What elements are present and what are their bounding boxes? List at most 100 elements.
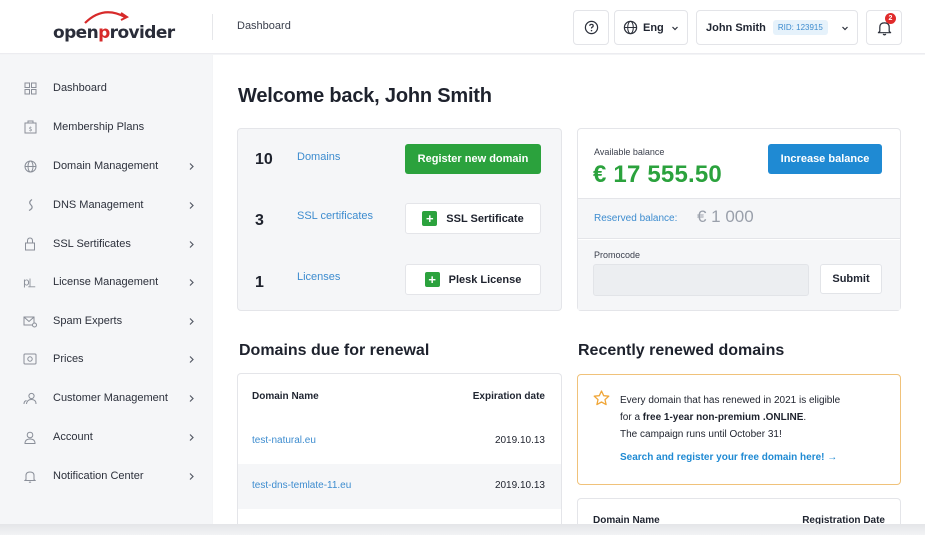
recent-section-title: Recently renewed domains <box>578 342 785 359</box>
sidebar-item-dashboard[interactable]: Dashboard <box>0 70 212 106</box>
stat-count: 10 <box>255 151 273 168</box>
sidebar-item-domain-management[interactable]: Domain Management <box>0 148 212 184</box>
page-title: Welcome back, John Smith <box>238 85 492 107</box>
plus-icon: + <box>422 211 438 226</box>
chevron-down-icon <box>672 26 678 30</box>
stat-row-domains: 10 Domains Register new domain <box>238 129 563 189</box>
increase-balance-button[interactable]: Increase balance <box>768 144 882 174</box>
plesk-license-button[interactable]: + Plesk License <box>405 264 541 295</box>
expiration-date: 2019.10.13 <box>494 435 545 446</box>
sidebar-item-label: Account <box>53 431 93 443</box>
available-balance-section: Available balance € 17 555.50 Increase b… <box>578 129 900 199</box>
lock-icon <box>23 237 37 251</box>
chevron-right-icon <box>189 394 194 402</box>
sidebar-item-customer-management[interactable]: Customer Management <box>0 380 212 416</box>
sidebar-item-license-management[interactable]: p License Management <box>0 264 212 300</box>
sidebar-item-label: SSL Sertificates <box>53 238 131 250</box>
sidebar-item-label: Dashboard <box>53 82 107 94</box>
language-selector[interactable]: Eng <box>614 10 688 45</box>
sidebar-item-prices[interactable]: Prices <box>0 341 212 377</box>
ssl-sertificate-button[interactable]: + SSL Sertificate <box>405 203 541 234</box>
main-content: Welcome back, John Smith 10 Domains Regi… <box>213 55 925 535</box>
button-label: SSL Sertificate <box>446 212 524 225</box>
stat-count: 3 <box>255 212 264 229</box>
bottom-edge <box>0 524 925 535</box>
promocode-section: Promocode Submit <box>578 240 900 310</box>
domain-link[interactable]: test-natural.eu <box>252 435 316 446</box>
chevron-right-icon <box>189 201 194 209</box>
table-row: test-natural.eu 2019.10.13 <box>238 419 561 464</box>
sidebar-item-label: Domain Management <box>53 160 159 172</box>
chevron-right-icon <box>189 240 194 248</box>
promocode-input[interactable] <box>593 264 809 296</box>
openprovider-logo[interactable]: openprovider <box>53 11 175 43</box>
reserved-balance-amount: € 1 000 <box>697 207 754 226</box>
sidebar-item-dns-management[interactable]: DNS Management <box>0 187 212 223</box>
grid-icon <box>23 81 37 95</box>
mail-shield-icon <box>23 314 37 328</box>
domain-link[interactable]: test-dns-temlate-11.eu <box>252 480 351 491</box>
available-balance-label: Available balance <box>594 147 665 157</box>
expiration-date: 2019.10.13 <box>494 480 545 491</box>
user-icon <box>23 430 37 444</box>
campaign-line-1: Every domain that has renewed in 2021 is… <box>620 395 841 406</box>
question-circle-icon <box>584 20 598 35</box>
membership-icon: $ <box>23 120 37 134</box>
column-header-domain-name[interactable]: Domain Name <box>252 391 319 402</box>
register-new-domain-button[interactable]: Register new domain <box>405 144 541 174</box>
user-menu[interactable]: John Smith RID: 123915 <box>696 10 858 45</box>
sidebar-item-membership-plans[interactable]: $ Membership Plans <box>0 109 212 145</box>
sidebar-item-spam-experts[interactable]: Spam Experts <box>0 303 212 339</box>
sidebar-item-notification-center[interactable]: Notification Center <box>0 458 212 494</box>
chevron-right-icon <box>189 278 194 286</box>
language-label: Eng <box>643 21 664 34</box>
register-free-domain-link[interactable]: Search and register your free domain her… <box>620 452 837 463</box>
button-label: Plesk License <box>448 273 522 286</box>
sidebar-item-label: Notification Center <box>53 470 144 482</box>
chevron-right-icon <box>189 317 194 325</box>
stat-row-ssl: 3 SSL certificates + SSL Sertificate <box>238 190 563 250</box>
header-divider <box>212 14 213 40</box>
sidebar-item-label: DNS Management <box>53 199 144 211</box>
chevron-right-icon <box>189 472 194 480</box>
reserved-balance-label: Reserved balance: <box>594 213 678 224</box>
customers-icon <box>23 391 37 405</box>
rid-badge: RID: 123915 <box>772 20 828 35</box>
stat-row-licenses: 1 Licenses + Plesk License <box>238 251 563 311</box>
breadcrumb: Dashboard <box>237 20 291 32</box>
chevron-down-icon <box>842 26 848 30</box>
user-name: John Smith <box>706 21 766 34</box>
balance-card: Available balance € 17 555.50 Increase b… <box>577 128 901 311</box>
chevron-right-icon <box>189 355 194 363</box>
renewal-table: Domain Name Expiration date test-natural… <box>237 373 562 535</box>
notification-badge: 2 <box>885 13 896 24</box>
licenses-link[interactable]: Licenses <box>297 271 340 283</box>
help-button[interactable] <box>573 10 609 45</box>
chevron-right-icon <box>189 162 194 170</box>
submit-promocode-button[interactable]: Submit <box>820 264 882 294</box>
reserved-balance-row: Reserved balance: € 1 000 <box>578 199 900 239</box>
table-row: test-dns-temlate-11.eu 2019.10.13 <box>238 464 561 509</box>
globe-icon <box>623 20 638 35</box>
campaign-text: Every domain that has renewed in 2021 is… <box>620 392 890 443</box>
stat-count: 1 <box>255 274 264 291</box>
column-header-expiration-date[interactable]: Expiration date <box>473 391 545 402</box>
sidebar-item-label: Prices <box>53 353 84 365</box>
svg-text:$: $ <box>28 126 32 133</box>
stats-card: 10 Domains Register new domain 3 SSL cer… <box>237 128 562 311</box>
prices-icon <box>23 352 37 366</box>
domains-link[interactable]: Domains <box>297 151 340 163</box>
notifications-button[interactable]: 2 <box>866 10 902 45</box>
dns-icon <box>23 198 37 212</box>
available-balance-amount: € 17 555.50 <box>593 161 722 188</box>
logo-text: openprovider <box>53 23 175 43</box>
sidebar-item-label: Membership Plans <box>53 121 145 133</box>
sidebar-item-account[interactable]: Account <box>0 419 212 455</box>
campaign-line-2: for a free 1-year non-premium .ONLINE. <box>620 412 807 423</box>
sidebar-item-ssl-sertificates[interactable]: SSL Sertificates <box>0 226 212 262</box>
globe-icon <box>23 159 37 173</box>
ssl-certificates-link[interactable]: SSL certificates <box>297 210 373 222</box>
renewal-section-title: Domains due for renewal <box>239 342 430 359</box>
sidebar-item-label: Customer Management <box>53 392 168 404</box>
star-icon <box>593 390 610 406</box>
